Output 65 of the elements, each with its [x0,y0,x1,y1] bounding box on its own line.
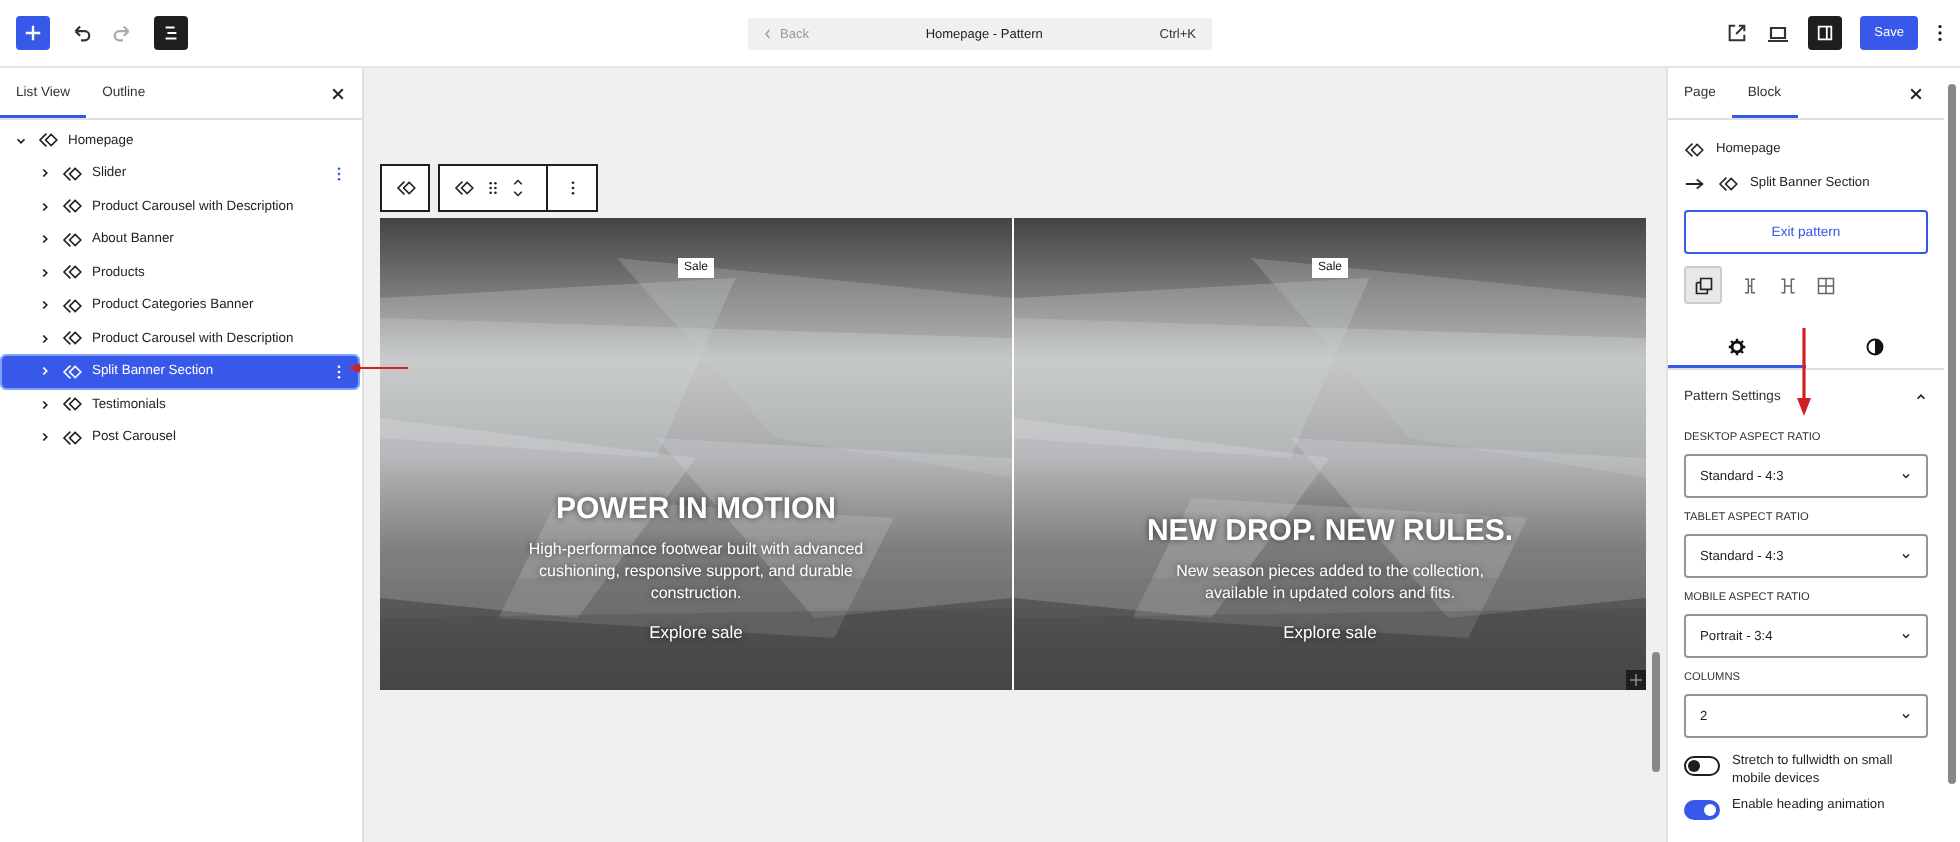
settings-panel-button[interactable] [1808,16,1843,50]
pattern-icon[interactable] [454,180,474,196]
add-block-button[interactable] [16,16,50,50]
document-overview-button[interactable] [154,16,188,50]
chevron-right-icon[interactable] [38,331,52,346]
banner-heading: NEW DROP. NEW RULES. [1146,514,1514,548]
chevron-down-icon [1900,550,1912,562]
pattern-icon [395,180,415,196]
annotation-arrow [1796,328,1812,416]
laptop-icon[interactable] [1766,21,1791,45]
pattern-icon [62,198,82,215]
align-icon[interactable] [1740,275,1760,295]
list-icon [162,24,180,42]
chevron-right-icon[interactable] [38,430,52,445]
settings-icon [1728,337,1746,355]
arrow-right-icon [1684,175,1706,191]
close-icon[interactable] [330,85,346,101]
chevron-down-icon[interactable] [14,133,28,148]
more-options-icon[interactable] [570,178,576,198]
pattern-icon [62,363,82,380]
grid-icon[interactable] [1816,275,1836,295]
plus-icon [24,24,42,42]
external-link-icon[interactable] [1726,22,1749,44]
add-block-icon[interactable] [1626,670,1646,690]
pattern-icon [1684,141,1704,157]
contrast-icon [1866,337,1884,355]
sidebar-icon [1816,24,1835,42]
undo-icon[interactable] [70,22,92,44]
chevron-down-icon [1900,470,1912,482]
chevron-right-icon[interactable] [38,166,52,181]
pattern-icon [62,297,82,314]
pattern-icon [62,165,82,182]
duplicate-icon[interactable] [1684,266,1722,304]
banner-text: High-performance footwear built with advanced cushioning, responsive support, and durable construction. [526,538,866,604]
height-icon[interactable] [1778,275,1798,295]
chevron-left-icon [764,28,772,40]
pattern-icon [62,396,82,413]
banner-heading: POWER IN MOTION [556,492,836,526]
toggle-switch[interactable] [1684,800,1720,820]
pattern-icon [62,231,82,248]
pattern-icon [62,429,82,446]
scrollbar[interactable] [1652,652,1660,772]
scrollbar[interactable] [1948,84,1956,784]
banner-text: New season pieces added to the collection, available in updated colors and fits. [1174,560,1486,604]
toggle-switch[interactable] [1684,756,1720,776]
pattern-icon [38,132,58,149]
annotation-arrow [348,360,408,376]
move-up-down-icon[interactable] [512,176,524,200]
chevron-right-icon[interactable] [38,199,52,214]
drag-handle-icon[interactable] [488,180,498,196]
pattern-icon [1718,175,1738,191]
chevron-up-icon [1914,390,1928,404]
chevron-down-icon [1900,630,1912,642]
chevron-right-icon[interactable] [38,397,52,412]
explore-link[interactable]: Explore sale [1283,622,1377,642]
chevron-right-icon[interactable] [38,298,52,313]
more-options-icon[interactable] [1936,22,1944,44]
explore-link[interactable]: Explore sale [649,622,743,642]
chevron-right-icon[interactable] [38,265,52,280]
pattern-icon [62,330,82,347]
chevron-right-icon[interactable] [38,232,52,247]
close-icon[interactable] [1908,85,1924,101]
block-type-button[interactable] [380,164,430,212]
chevron-down-icon [1900,710,1912,722]
pattern-icon [62,264,82,281]
